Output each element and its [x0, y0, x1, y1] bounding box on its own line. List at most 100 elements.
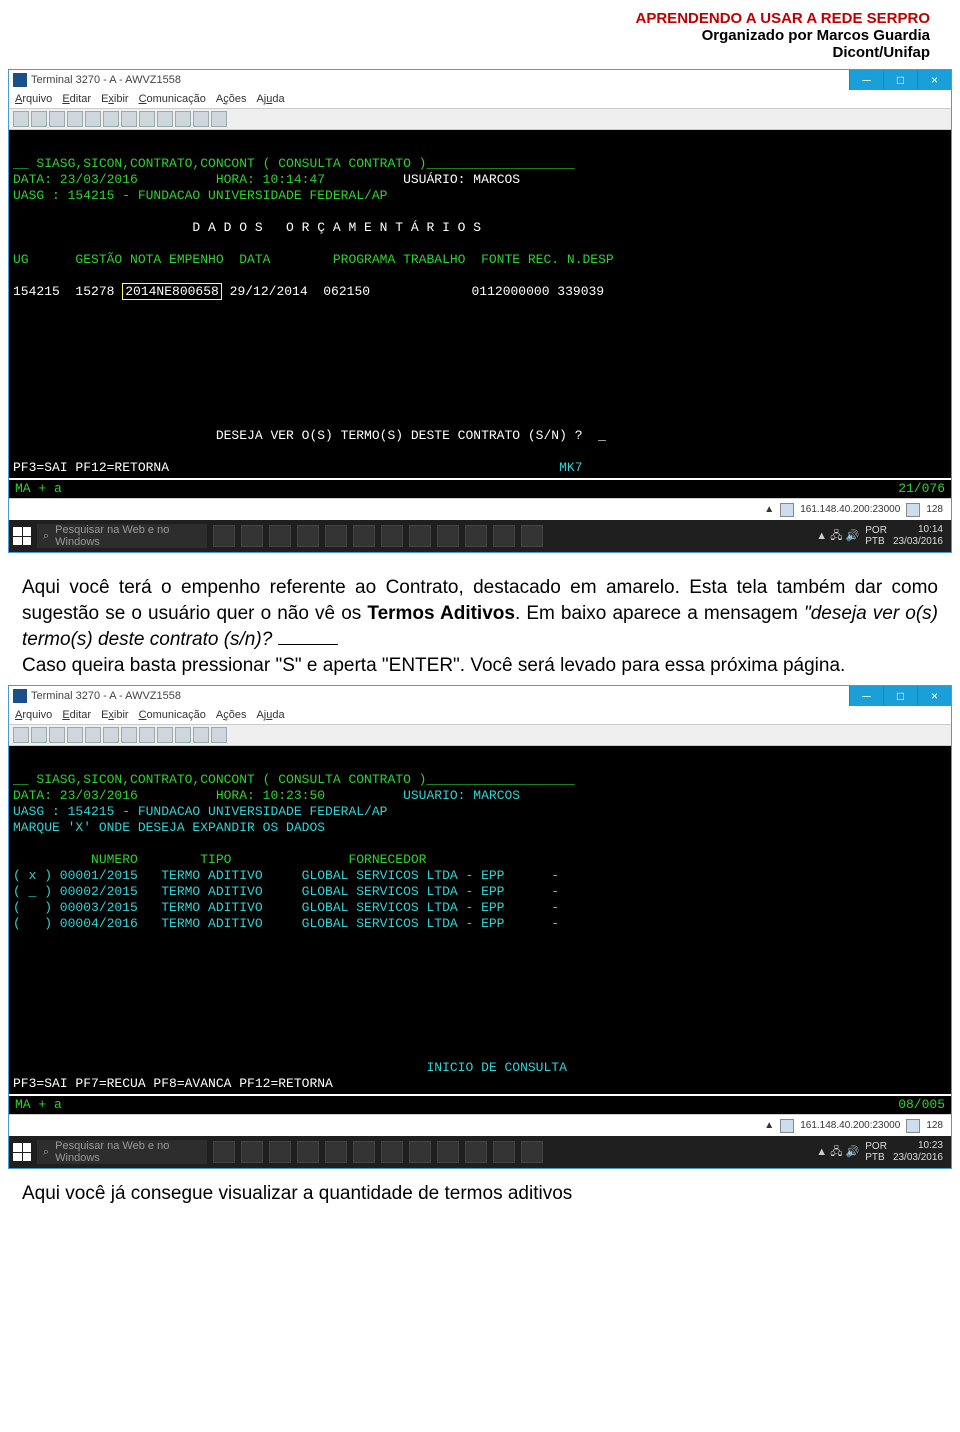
toolbar-icon[interactable] — [49, 111, 65, 127]
toolbar-icon[interactable] — [67, 727, 83, 743]
taskbar-clock[interactable]: 10:14 23/03/2016 — [893, 524, 947, 548]
store-icon[interactable] — [297, 1141, 319, 1163]
app-icon[interactable] — [437, 525, 459, 547]
toolbar-icon[interactable] — [49, 727, 65, 743]
window-title: Terminal 3270 - A - AWVZ1558 — [31, 690, 181, 702]
terminal-body-1[interactable]: __ SIASG,SICON,CONTRATO,CONCONT ( CONSUL… — [9, 130, 951, 478]
t2-line: __ SIASG,SICON,CONTRATO,CONCONT ( CONSUL… — [13, 772, 575, 787]
toolbar-icon[interactable] — [139, 727, 155, 743]
menu-comunicacao[interactable]: Comunicação — [139, 93, 206, 105]
taskview-icon[interactable] — [213, 525, 235, 547]
store-icon[interactable] — [297, 525, 319, 547]
toolbar-icon[interactable] — [67, 111, 83, 127]
toolbar-icon[interactable] — [211, 111, 227, 127]
terminal-body-2[interactable]: __ SIASG,SICON,CONTRATO,CONCONT ( CONSUL… — [9, 746, 951, 1094]
menu-ajuda[interactable]: Ajuda — [256, 93, 284, 105]
toolbar-icon[interactable] — [139, 111, 155, 127]
explorer-icon[interactable] — [269, 525, 291, 547]
word-icon[interactable] — [381, 525, 403, 547]
app-icon[interactable] — [493, 1141, 515, 1163]
app-icon — [13, 689, 27, 703]
toolbar-icon[interactable] — [121, 111, 137, 127]
toolbar-icon[interactable] — [13, 111, 29, 127]
maximize-button[interactable]: □ — [883, 70, 917, 90]
close-button[interactable]: × — [917, 70, 951, 90]
toolbar-icon[interactable] — [211, 727, 227, 743]
java-icon[interactable] — [521, 1141, 543, 1163]
clock-time: 10:14 — [893, 524, 943, 536]
toolbar — [9, 108, 951, 130]
toolbar-icon[interactable] — [85, 727, 101, 743]
ip-label: 161.148.40.200:23000 — [800, 1120, 900, 1131]
firefox-icon[interactable] — [353, 525, 375, 547]
app-icon[interactable] — [409, 1141, 431, 1163]
toolbar-icon[interactable] — [175, 111, 191, 127]
ie-icon[interactable] — [241, 525, 263, 547]
toolbar-icon[interactable] — [13, 727, 29, 743]
t1-heading: D A D O S O R Ç A M E N T Á R I O S — [13, 220, 481, 235]
t1-line: DATA: 23/03/2016 HORA: 10:14:47 — [13, 172, 403, 187]
t2-inicio: INICIO DE CONSULTA — [13, 1060, 567, 1075]
menu-editar[interactable]: Editar — [62, 709, 91, 721]
minimize-button[interactable]: ─ — [849, 686, 883, 706]
tray-kb: PTB — [865, 536, 884, 547]
minimize-button[interactable]: ─ — [849, 70, 883, 90]
start-button[interactable] — [13, 1143, 31, 1161]
toolbar-icon[interactable] — [157, 111, 173, 127]
toolbar-icon[interactable] — [193, 727, 209, 743]
t1-pf: PF3=SAI PF12=RETORNA — [13, 460, 169, 475]
menu-exibir[interactable]: Exibir — [101, 93, 129, 105]
t2-line: MARQUE 'X' ONDE DESEJA EXPANDIR OS DADOS — [13, 820, 325, 835]
t1-line: UASG : 154215 - FUNDACAO UNIVERSIDADE FE… — [13, 188, 387, 203]
explorer-icon[interactable] — [269, 1141, 291, 1163]
tray-icons[interactable]: ▲ 🖧 🔊 — [816, 527, 859, 546]
toolbar-icon[interactable] — [85, 111, 101, 127]
menu-acoes[interactable]: Ações — [216, 709, 247, 721]
close-button[interactable]: × — [917, 686, 951, 706]
word-icon[interactable] — [381, 1141, 403, 1163]
taskbar-search[interactable]: ⌕ Pesquisar na Web e no Windows — [37, 1140, 207, 1164]
toolbar-icon[interactable] — [103, 727, 119, 743]
menu-arquivo[interactable]: Arquivo — [15, 93, 52, 105]
p1-b: Termos Aditivos — [367, 603, 515, 624]
app-icon[interactable] — [493, 525, 515, 547]
app-icon[interactable] — [465, 1141, 487, 1163]
menu-arquivo[interactable]: Arquivo — [15, 709, 52, 721]
toolbar-icon[interactable] — [121, 727, 137, 743]
menu-comunicacao[interactable]: Comunicação — [139, 709, 206, 721]
t2-line: UASG : 154215 - FUNDACAO UNIVERSIDADE FE… — [13, 804, 387, 819]
toolbar-icon[interactable] — [31, 727, 47, 743]
t2-header: NUMERO TIPO FORNECEDOR — [13, 852, 426, 867]
start-button[interactable] — [13, 527, 31, 545]
java-icon[interactable] — [521, 525, 543, 547]
toolbar-icon[interactable] — [157, 727, 173, 743]
clock-date: 23/03/2016 — [893, 1152, 943, 1164]
toolbar-icon[interactable] — [175, 727, 191, 743]
app-icon[interactable] — [409, 525, 431, 547]
chrome-icon[interactable] — [325, 1141, 347, 1163]
doc-header-line2: Organizado por Marcos Guardia — [0, 27, 930, 44]
toolbar-icon[interactable] — [31, 111, 47, 127]
maximize-button[interactable]: □ — [883, 686, 917, 706]
chrome-icon[interactable] — [325, 525, 347, 547]
t1-row-a: 154215 15278 — [13, 284, 122, 299]
toolbar-icon[interactable] — [103, 111, 119, 127]
clock-date: 23/03/2016 — [893, 536, 943, 548]
taskview-icon[interactable] — [213, 1141, 235, 1163]
ie-icon[interactable] — [241, 1141, 263, 1163]
menu-exibir[interactable]: Exibir — [101, 709, 129, 721]
menu-ajuda[interactable]: Ajuda — [256, 709, 284, 721]
menu-editar[interactable]: Editar — [62, 93, 91, 105]
clock-time: 10:23 — [893, 1140, 943, 1152]
menu-acoes[interactable]: Ações — [216, 93, 247, 105]
app-icon[interactable] — [437, 1141, 459, 1163]
taskbar-clock[interactable]: 10:23 23/03/2016 — [893, 1140, 947, 1164]
taskbar-search[interactable]: ⌕ Pesquisar na Web e no Windows — [37, 524, 207, 548]
firefox-icon[interactable] — [353, 1141, 375, 1163]
p2: Aqui você já consegue visualizar a quant… — [22, 1183, 572, 1204]
app-icon[interactable] — [465, 525, 487, 547]
status-left: MA + a — [15, 481, 62, 497]
doc-paragraph-1: Aqui você terá o empenho referente ao Co… — [0, 557, 960, 679]
tray-icons[interactable]: ▲ 🖧 🔊 — [816, 1143, 859, 1162]
toolbar-icon[interactable] — [193, 111, 209, 127]
